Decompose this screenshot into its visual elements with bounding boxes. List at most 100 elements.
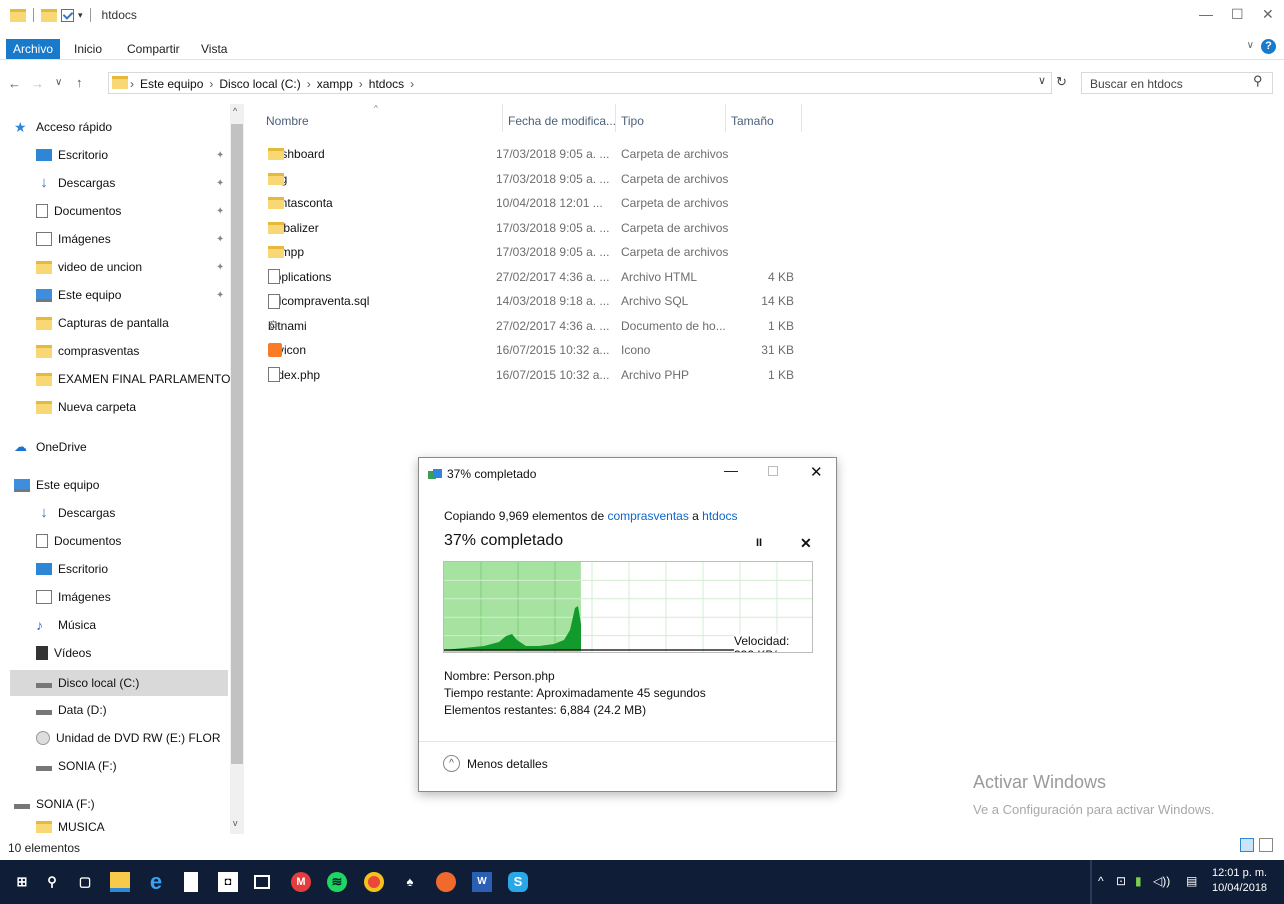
chrome-icon[interactable] [364,872,384,892]
sidebar-item-imagenes[interactable]: Imágenes [36,228,111,250]
details-view-icon[interactable] [1240,838,1254,852]
sidebar-item-pc-imagenes[interactable]: Imágenes [36,586,111,608]
windows-start-icon[interactable]: ⊞ [12,872,32,892]
file-row[interactable]: applications 27/02/2017 4:36 a. ... Archiv… [260,266,810,288]
sidebar-item-escritorio[interactable]: Escritorio [36,144,108,166]
scroll-up-icon[interactable]: ^ [233,106,237,116]
battery-icon[interactable]: ▮ [1135,874,1142,888]
chevron-right-icon[interactable]: › [307,77,311,91]
sidebar-item-descargas[interactable]: ↓ Descargas [36,172,115,194]
file-row[interactable]: img 17/03/2018 9:05 a. ... Carpeta de arch… [260,168,810,190]
properties-icon[interactable] [61,8,74,22]
column-header-date[interactable]: Fecha de modifica... [508,114,616,128]
app-icon[interactable]: ♠ [400,872,420,892]
sidebar-item-sonia-f-root[interactable]: SONIA (F:) [14,793,95,815]
column-divider[interactable] [615,104,616,132]
tab-archivo[interactable]: Archivo [6,39,61,59]
less-details-button[interactable]: ^ Menos detalles [443,755,548,772]
sidebar-item-onedrive[interactable]: ☁ OneDrive [14,436,87,458]
sidebar-item-pc-escritorio[interactable]: Escritorio [36,558,108,580]
sidebar-item-dvd[interactable]: Unidad de DVD RW (E:) FLOR [36,727,221,749]
sidebar-item-pc-documentos[interactable]: Documentos [36,530,121,552]
file-row[interactable]: bdcompraventa.sql 14/03/2018 9:18 a. ... A… [260,290,810,312]
expand-ribbon-icon[interactable]: ∨ [1247,40,1254,51]
scroll-down-icon[interactable]: v [233,818,238,828]
tab-inicio[interactable]: Inicio [67,39,109,59]
chevron-right-icon[interactable]: › [209,77,213,91]
column-divider[interactable] [502,104,503,132]
pin-icon[interactable]: ✦ [216,234,224,245]
customize-toolbar-icon[interactable]: ▾ [78,10,83,21]
task-view-icon[interactable]: ▢ [75,872,95,892]
column-header-size[interactable]: Tamaño [731,114,774,128]
firefox-icon[interactable] [436,872,456,892]
calendar-icon[interactable] [254,875,270,889]
column-header-type[interactable]: Tipo [621,114,644,128]
file-row[interactable]: xampp 17/03/2018 9:05 a. ... Carpeta de ar… [260,241,810,263]
word-icon[interactable]: W [472,872,492,892]
sidebar-item-documentos[interactable]: Documentos [36,200,121,222]
source-link[interactable]: comprasventas [607,509,688,523]
search-icon[interactable]: ⚲ [42,872,62,892]
crumb-htdocs[interactable]: htdocs [369,77,404,91]
sidebar-item-pc-descargas[interactable]: ↓ Descargas [36,502,115,524]
address-history-icon[interactable]: ∨ [1038,74,1046,87]
file-row[interactable]: dashboard 17/03/2018 9:05 a. ... Carpeta d… [260,143,810,165]
pin-icon[interactable]: ✦ [216,150,224,161]
sidebar-item-pc-videos[interactable]: Vídeos [36,642,91,664]
sidebar-item-nueva-carpeta[interactable]: Nueva carpeta [36,396,136,418]
crumb-disco-local[interactable]: Disco local (C:) [219,77,300,91]
pin-icon[interactable]: ✦ [216,262,224,273]
cancel-copy-button[interactable]: ✕ [800,535,812,552]
sidebar-item-disco-local[interactable]: Disco local (C:) [10,670,228,696]
taskbar-clock[interactable]: 12:01 p. m. 10/04/2018 [1212,866,1267,896]
pin-icon[interactable]: ✦ [216,178,224,189]
destination-link[interactable]: htdocs [702,509,737,523]
back-button[interactable]: ← [8,76,21,91]
crumb-este-equipo[interactable]: Este equipo [140,77,203,91]
column-divider[interactable] [725,104,726,132]
edge-icon[interactable]: e [146,871,166,893]
sidebar-item-data-d[interactable]: Data (D:) [36,699,107,721]
dialog-close-button[interactable]: ✕ [810,463,823,481]
file-row[interactable]: favicon 16/07/2015 10:32 a... Icono 31 KB [260,339,810,361]
sidebar-item-pc-musica[interactable]: ♪ Música [36,614,96,636]
m-app-icon[interactable]: M [291,872,311,892]
sidebar-item-capturas[interactable]: Capturas de pantalla [36,312,169,334]
show-hidden-icons-icon[interactable]: ^ [1098,874,1104,888]
sidebar-item-este-equipo-pinned[interactable]: Este equipo [36,284,121,306]
sidebar-item-sonia-f[interactable]: SONIA (F:) [36,755,117,777]
large-icons-view-icon[interactable] [1259,838,1273,852]
tab-compartir[interactable]: Compartir [120,39,187,59]
new-folder-icon[interactable] [41,8,57,22]
document-icon[interactable] [184,872,198,892]
file-explorer-icon[interactable] [110,872,130,892]
refresh-icon[interactable]: ↻ [1056,74,1067,90]
sidebar-scrollbar-thumb[interactable] [231,124,243,764]
maximize-button[interactable]: ☐ [1231,6,1244,23]
up-button[interactable]: ↑ [76,75,83,90]
minimize-button[interactable]: — [1199,6,1213,22]
sidebar-item-este-equipo[interactable]: Este equipo [14,474,99,496]
sidebar-item-comprasventas[interactable]: comprasventas [36,340,139,362]
close-button[interactable]: ✕ [1262,6,1274,23]
pause-button[interactable]: II [756,537,762,549]
column-divider[interactable] [801,104,802,132]
store-icon[interactable]: ◘ [218,872,238,892]
spotify-icon[interactable]: ≋ [327,872,347,892]
notifications-icon[interactable]: ▤ [1186,874,1197,888]
column-header-name[interactable]: Nombre [266,114,309,128]
recent-locations-icon[interactable]: ∨ [55,77,62,88]
forward-button[interactable]: → [31,76,44,91]
skype-icon[interactable]: S [508,872,528,892]
chevron-right-icon[interactable]: › [410,77,414,91]
file-row[interactable]: webalizer 17/03/2018 9:05 a. ... Carpeta d… [260,217,810,239]
network-icon[interactable]: ⊡ [1116,874,1126,888]
file-row[interactable]: ⚙ bitnami 27/02/2017 4:36 a. ... Documento … [260,315,810,337]
file-row[interactable]: index.php 16/07/2015 10:32 a... Archivo PH… [260,364,810,386]
sidebar-item-quick-access[interactable]: ★ Acceso rápido [14,116,112,138]
dialog-minimize-button[interactable]: — [724,462,738,478]
pin-icon[interactable]: ✦ [216,206,224,217]
pin-icon[interactable]: ✦ [216,290,224,301]
tab-vista[interactable]: Vista [194,39,234,59]
